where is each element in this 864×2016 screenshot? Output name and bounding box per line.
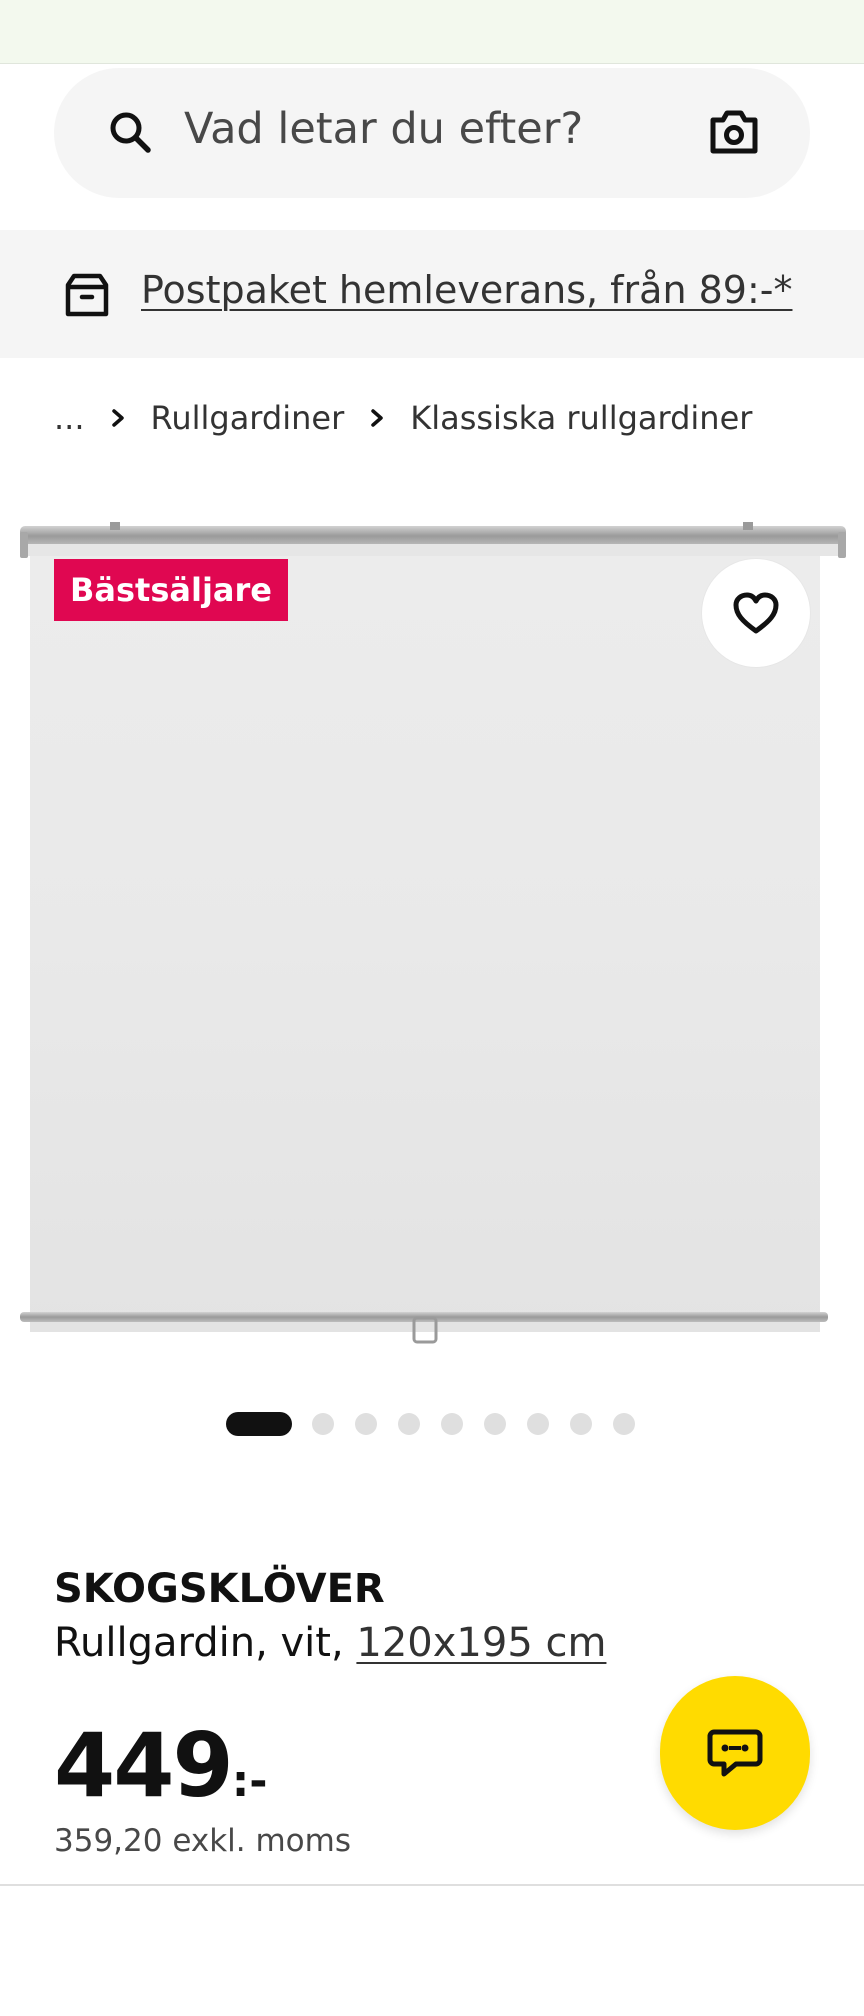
product-size-link[interactable]: 120x195 cm <box>356 1620 606 1666</box>
gallery-pagination <box>226 1412 656 1436</box>
chevron-right-icon <box>111 409 124 427</box>
gallery-dot[interactable] <box>355 1413 377 1435</box>
gallery-dot[interactable] <box>613 1413 635 1435</box>
delivery-link[interactable]: Postpaket hemleverans, från 89:-* <box>141 268 792 312</box>
chat-icon <box>707 1729 763 1777</box>
favourite-button[interactable] <box>702 559 810 667</box>
product-type: Rullgardin, vit, <box>54 1620 357 1666</box>
chevron-right-icon <box>371 409 383 427</box>
product-name: SKOGSKLÖVER <box>54 1566 385 1612</box>
bestseller-badge: Bästsäljare <box>54 559 288 621</box>
price-suffix: :- <box>231 1756 268 1807</box>
gallery-dot[interactable] <box>441 1413 463 1435</box>
product-description: Rullgardin, vit, 120x195 cm <box>54 1620 606 1666</box>
gallery-dot[interactable] <box>398 1413 420 1435</box>
top-status-strip <box>0 0 864 64</box>
gallery-dot[interactable] <box>570 1413 592 1435</box>
gallery-dot[interactable] <box>527 1413 549 1435</box>
product-price: 449:- <box>54 1714 268 1817</box>
breadcrumb-item-rullgardiner[interactable]: Rullgardiner <box>151 399 345 437</box>
heart-icon <box>733 592 779 634</box>
gallery-dot[interactable] <box>312 1413 334 1435</box>
breadcrumb: ... Rullgardiner Klassiska rullgardiner <box>54 396 752 440</box>
chat-button[interactable] <box>660 1676 810 1830</box>
gallery-dot[interactable] <box>484 1413 506 1435</box>
search-icon[interactable] <box>106 108 154 156</box>
box-icon <box>65 273 109 317</box>
price-integer: 449 <box>54 1714 234 1817</box>
camera-icon[interactable] <box>708 108 760 156</box>
divider <box>0 1884 864 1886</box>
price-excl-vat: 359,20 exkl. moms <box>54 1823 351 1859</box>
breadcrumb-ellipsis[interactable]: ... <box>54 399 85 437</box>
gallery-dot[interactable] <box>226 1412 292 1436</box>
search-input[interactable]: Vad letar du efter? <box>184 104 583 154</box>
breadcrumb-item-klassiska-rullgardiner[interactable]: Klassiska rullgardiner <box>410 399 752 437</box>
